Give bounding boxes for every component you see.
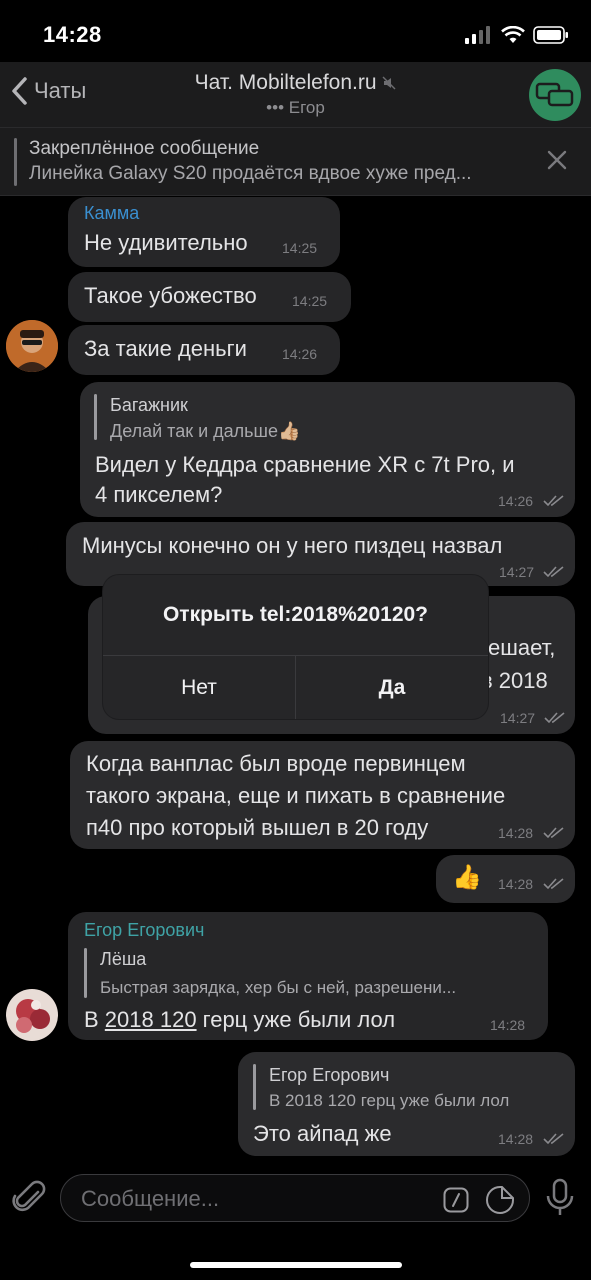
- pinned-text: Линейка Galaxy S20 продаётся вдвое хуже …: [29, 163, 472, 184]
- message-bubble[interactable]: Егор Егорович В 2018 120 герц уже были л…: [238, 1052, 575, 1156]
- battery-icon: [533, 26, 568, 44]
- message-text-suffix: герц уже были лол: [196, 1007, 396, 1032]
- reply-text: Делай так и дальше👍🏼: [110, 421, 301, 441]
- message-time: 14:28: [490, 1017, 526, 1033]
- sticker-icon[interactable]: [485, 1185, 515, 1215]
- message-bubble[interactable]: Такое убожество 14:25: [68, 272, 351, 322]
- yes-button[interactable]: Да: [296, 656, 488, 719]
- message-bubble[interactable]: Егор Егорович Лёша Быстрая зарядка, хер …: [68, 912, 548, 1040]
- group-avatar[interactable]: [529, 69, 581, 121]
- open-link-dialog: Открыть tel:2018%20120? Нет Да: [103, 575, 488, 719]
- double-check-icon: [543, 566, 564, 578]
- input-placeholder: Сообщение...: [81, 1186, 220, 1211]
- message-bubble[interactable]: За такие деньги 14:26: [68, 325, 340, 375]
- reply-name: Багажник: [110, 395, 188, 415]
- reply-text: Быстрая зарядка, хер бы с ней, разрешени…: [100, 978, 457, 997]
- paperclip-icon[interactable]: [12, 1178, 48, 1218]
- chat-subtitle: ••• Егор: [266, 98, 325, 117]
- microphone-icon[interactable]: [544, 1178, 576, 1218]
- pinned-title: Закреплённое сообщение: [29, 138, 260, 159]
- dialog-title: Открыть tel:2018%20120?: [162, 603, 429, 626]
- message-time: 14:26: [498, 493, 534, 509]
- chat-title-text: Чат. Mobiltelefon.ru: [194, 71, 377, 94]
- chat-title[interactable]: Чат. Mobiltelefon.ru: [0, 71, 591, 95]
- message-time: 14:26: [282, 346, 318, 362]
- bot-command-icon[interactable]: [443, 1187, 469, 1213]
- message-bubble[interactable]: Багажник Делай так и дальше👍🏼 Видел у Ке…: [80, 382, 575, 517]
- sender-name: Камма: [84, 203, 140, 223]
- avatar[interactable]: [6, 989, 58, 1041]
- double-check-icon: [543, 495, 564, 507]
- message-time: 14:28: [498, 1131, 534, 1147]
- reply-text: В 2018 120 герц уже были лол: [269, 1091, 510, 1110]
- message-time: 14:28: [498, 876, 534, 892]
- phone-link[interactable]: 2018 120: [105, 1007, 197, 1032]
- message-fragment: в 2018: [481, 668, 548, 693]
- chat-header: Чаты Чат. Mobiltelefon.ru ••• Егор: [0, 62, 591, 128]
- sender-name: Егор Егорович: [84, 920, 205, 940]
- message-text-line2: такого экрана, еще и пихать в сравнение: [86, 783, 506, 808]
- message-text-line1: Когда ванплас был вроде первинцем: [86, 751, 466, 776]
- reply-bar: [253, 1064, 256, 1110]
- message-text-line1: Видел у Кеддра сравнение XR с 7t Pro, и: [95, 452, 515, 477]
- mute-icon: [382, 76, 396, 90]
- double-check-icon: [543, 827, 564, 839]
- message-bubble[interactable]: 👍 14:28: [436, 855, 575, 903]
- avatar[interactable]: [6, 320, 58, 372]
- user-avatar-icon: [6, 989, 58, 1041]
- reply-name: Лёша: [100, 949, 147, 969]
- message-text: Такое убожество: [84, 283, 257, 308]
- status-icons: [465, 26, 569, 44]
- close-icon[interactable]: [547, 150, 567, 170]
- reply-bar: [84, 948, 87, 998]
- message-input[interactable]: Сообщение...: [60, 1174, 530, 1222]
- status-bar: 14:28: [0, 0, 591, 70]
- message-bubble[interactable]: Камма Не удивительно 14:25: [68, 197, 340, 267]
- signal-icon: [465, 26, 490, 44]
- message-time: 14:25: [292, 293, 328, 309]
- pinned-bar: [14, 138, 17, 186]
- thumbs-up-emoji: 👍: [452, 864, 482, 891]
- user-avatar-icon: [6, 320, 58, 372]
- message-text: Минусы конечно он у него пиздец назвал: [82, 533, 503, 558]
- message-time: 14:28: [498, 825, 534, 841]
- double-check-icon: [543, 878, 564, 890]
- message-time: 14:27: [499, 564, 535, 580]
- message-text: За такие деньги: [84, 336, 247, 361]
- message-time: 14:25: [282, 240, 318, 256]
- home-indicator[interactable]: [190, 1262, 402, 1268]
- message-text: В 2018 120 герц уже были лол: [84, 1004, 395, 1036]
- pinned-message[interactable]: Закреплённое сообщение Линейка Galaxy S2…: [0, 128, 591, 196]
- no-button[interactable]: Нет: [103, 656, 295, 719]
- message-text-prefix: В: [84, 1007, 105, 1032]
- message-text: Не удивительно: [84, 230, 248, 255]
- reply-bar: [94, 394, 97, 440]
- message-time: 14:27: [500, 710, 536, 726]
- double-check-icon: [544, 712, 565, 724]
- status-time: 14:28: [43, 22, 102, 47]
- reply-name: Егор Егорович: [269, 1065, 390, 1085]
- chat-bubbles-icon: [535, 82, 574, 107]
- double-check-icon: [543, 1133, 564, 1145]
- message-text: Это айпад же: [253, 1121, 392, 1146]
- wifi-icon: [501, 26, 525, 43]
- message-text-line2: 4 пикселем?: [95, 482, 223, 507]
- message-fragment: ешает,: [488, 635, 556, 660]
- message-bubble[interactable]: Когда ванплас был вроде первинцем такого…: [70, 741, 575, 849]
- message-text-line3: п40 про который вышел в 20 году: [86, 815, 429, 840]
